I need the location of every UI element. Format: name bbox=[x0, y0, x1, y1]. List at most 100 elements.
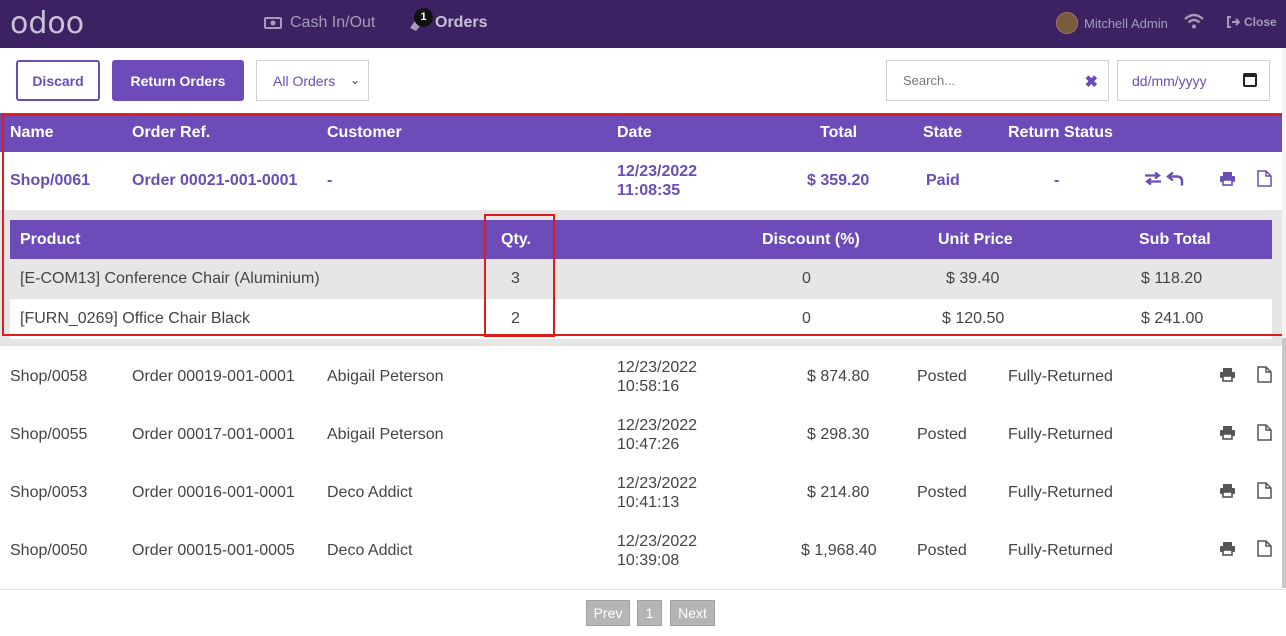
order-state: Posted bbox=[917, 484, 967, 501]
orders-filter-select[interactable]: All Orders ⌄ bbox=[256, 60, 369, 101]
order-customer: Deco Addict bbox=[327, 484, 413, 501]
order-name: Shop/0050 bbox=[10, 542, 88, 559]
line-unit-price: $ 120.50 bbox=[942, 310, 1005, 327]
exchange-icon[interactable] bbox=[1144, 171, 1162, 192]
close-label: Close bbox=[1244, 15, 1277, 29]
order-ref: Order 00015-001-0005 bbox=[132, 542, 295, 559]
user-menu[interactable]: Mitchell Admin bbox=[1056, 12, 1168, 34]
order-state: Paid bbox=[926, 172, 960, 189]
odoo-logo: odoo bbox=[10, 6, 85, 41]
search-input[interactable]: Search... ✖ bbox=[886, 60, 1109, 101]
col-state: State bbox=[923, 123, 963, 141]
divider bbox=[0, 589, 1286, 590]
col-total: Total bbox=[820, 123, 858, 141]
order-date: 12/23/2022 10:47:26 bbox=[617, 416, 697, 454]
order-date-time: 10:39:08 bbox=[617, 552, 680, 569]
order-return-status: Fully-Returned bbox=[1008, 484, 1113, 501]
order-customer: - bbox=[327, 172, 333, 189]
print-icon[interactable] bbox=[1219, 541, 1236, 561]
next-page-button[interactable]: Next bbox=[670, 600, 715, 626]
orders-table-header: Name Order Ref. Customer Date Total Stat… bbox=[0, 113, 1286, 152]
line-discount: 0 bbox=[802, 270, 811, 287]
order-date: 12/23/2022 10:39:08 bbox=[617, 532, 697, 570]
order-line: [FURN_0269] Office Chair Black 2 0 $ 120… bbox=[10, 299, 1272, 339]
file-icon[interactable] bbox=[1257, 482, 1272, 504]
orders-filter-value: All Orders bbox=[273, 72, 336, 89]
line-product: [E-COM13] Conference Chair (Aluminium) bbox=[20, 270, 320, 287]
chevron-down-icon: ⌄ bbox=[349, 73, 360, 87]
table-row[interactable]: Shop/0050 Order 00015-001-0005 Deco Addi… bbox=[0, 522, 1286, 580]
order-date-day: 12/23/2022 bbox=[617, 475, 698, 492]
order-ref: Order 00019-001-0001 bbox=[132, 368, 295, 385]
prev-page-button[interactable]: Prev bbox=[586, 600, 630, 626]
col-qty: Qty. bbox=[501, 230, 531, 248]
order-state: Posted bbox=[917, 542, 967, 559]
order-lines-header: Product Qty. Discount (%) Unit Price Sub… bbox=[10, 220, 1272, 259]
line-subtotal: $ 241.00 bbox=[1141, 310, 1204, 327]
order-date-day: 12/23/2022 bbox=[617, 533, 698, 550]
nav-cash-label: Cash In/Out bbox=[290, 14, 376, 31]
order-date-time: 10:58:16 bbox=[617, 378, 680, 395]
print-icon[interactable] bbox=[1219, 425, 1236, 445]
calendar-icon[interactable] bbox=[1243, 73, 1257, 87]
date-placeholder: dd/mm/yyyy bbox=[1132, 72, 1207, 89]
return-orders-button[interactable]: Return Orders bbox=[112, 60, 244, 101]
print-icon[interactable] bbox=[1219, 483, 1236, 503]
orders-count-badge: 1 bbox=[414, 8, 433, 27]
col-discount: Discount (%) bbox=[762, 230, 860, 248]
search-clear-icon[interactable]: ✖ bbox=[1085, 72, 1098, 92]
order-name: Shop/0055 bbox=[10, 426, 88, 443]
order-name: Shop/0053 bbox=[10, 484, 88, 501]
order-return-status: - bbox=[1054, 172, 1060, 189]
file-icon[interactable] bbox=[1257, 540, 1272, 562]
table-row-selected[interactable]: Shop/0061 Order 00021-001-0001 - 12/23/2… bbox=[0, 152, 1286, 210]
col-date: Date bbox=[617, 123, 652, 141]
discard-button[interactable]: Discard bbox=[16, 60, 100, 101]
order-ref: Order 00016-001-0001 bbox=[132, 484, 295, 501]
col-name: Name bbox=[10, 123, 54, 141]
line-qty: 3 bbox=[511, 270, 520, 287]
order-name: Shop/0058 bbox=[10, 368, 88, 385]
nav-orders-label: Orders bbox=[435, 14, 488, 31]
avatar bbox=[1056, 12, 1078, 34]
page-number-button[interactable]: 1 bbox=[637, 600, 662, 626]
order-customer: Abigail Peterson bbox=[327, 426, 444, 443]
order-date: 12/23/2022 10:58:16 bbox=[617, 358, 697, 396]
table-row[interactable]: Shop/0058 Order 00019-001-0001 Abigail P… bbox=[0, 348, 1286, 406]
order-state: Posted bbox=[917, 426, 967, 443]
file-icon[interactable] bbox=[1257, 170, 1272, 192]
close-button[interactable]: Close bbox=[1226, 15, 1277, 29]
table-row[interactable]: Shop/0053 Order 00016-001-0001 Deco Addi… bbox=[0, 464, 1286, 522]
order-date-time: 10:47:26 bbox=[617, 436, 680, 453]
file-icon[interactable] bbox=[1257, 366, 1272, 388]
print-icon[interactable] bbox=[1219, 367, 1236, 387]
date-filter-input[interactable]: dd/mm/yyyy bbox=[1117, 60, 1270, 101]
line-subtotal: $ 118.20 bbox=[1141, 270, 1203, 287]
user-name: Mitchell Admin bbox=[1084, 15, 1168, 31]
order-name: Shop/0061 bbox=[10, 172, 91, 189]
order-customer: Abigail Peterson bbox=[327, 368, 444, 385]
order-date-day: 12/23/2022 bbox=[617, 417, 698, 434]
table-row[interactable]: Shop/0055 Order 00017-001-0001 Abigail P… bbox=[0, 406, 1286, 464]
print-icon[interactable] bbox=[1219, 171, 1236, 191]
order-ref: Order 00017-001-0001 bbox=[132, 426, 295, 443]
order-date: 12/23/2022 11:08:35 bbox=[617, 162, 697, 200]
order-date-day: 12/23/2022 bbox=[617, 163, 698, 180]
scrollbar[interactable] bbox=[1282, 48, 1286, 588]
col-product: Product bbox=[20, 230, 81, 248]
col-unit-price: Unit Price bbox=[938, 230, 1013, 248]
search-placeholder: Search... bbox=[903, 73, 956, 88]
order-detail-panel: Product Qty. Discount (%) Unit Price Sub… bbox=[0, 210, 1286, 346]
nav-cash-in-out[interactable]: Cash In/Out bbox=[264, 14, 375, 32]
cash-icon bbox=[264, 17, 282, 29]
order-date: 12/23/2022 10:41:13 bbox=[617, 474, 697, 512]
order-date-time: 10:41:13 bbox=[617, 494, 680, 511]
order-total: $ 214.80 bbox=[807, 484, 870, 501]
order-ref: Order 00021-001-0001 bbox=[132, 172, 298, 189]
order-date-time: 11:08:35 bbox=[617, 182, 681, 199]
order-return-status: Fully-Returned bbox=[1008, 426, 1113, 443]
order-total: $ 1,968.40 bbox=[801, 542, 877, 559]
file-icon[interactable] bbox=[1257, 424, 1272, 446]
scrollbar-thumb[interactable] bbox=[1282, 338, 1286, 588]
return-icon[interactable] bbox=[1166, 171, 1184, 192]
